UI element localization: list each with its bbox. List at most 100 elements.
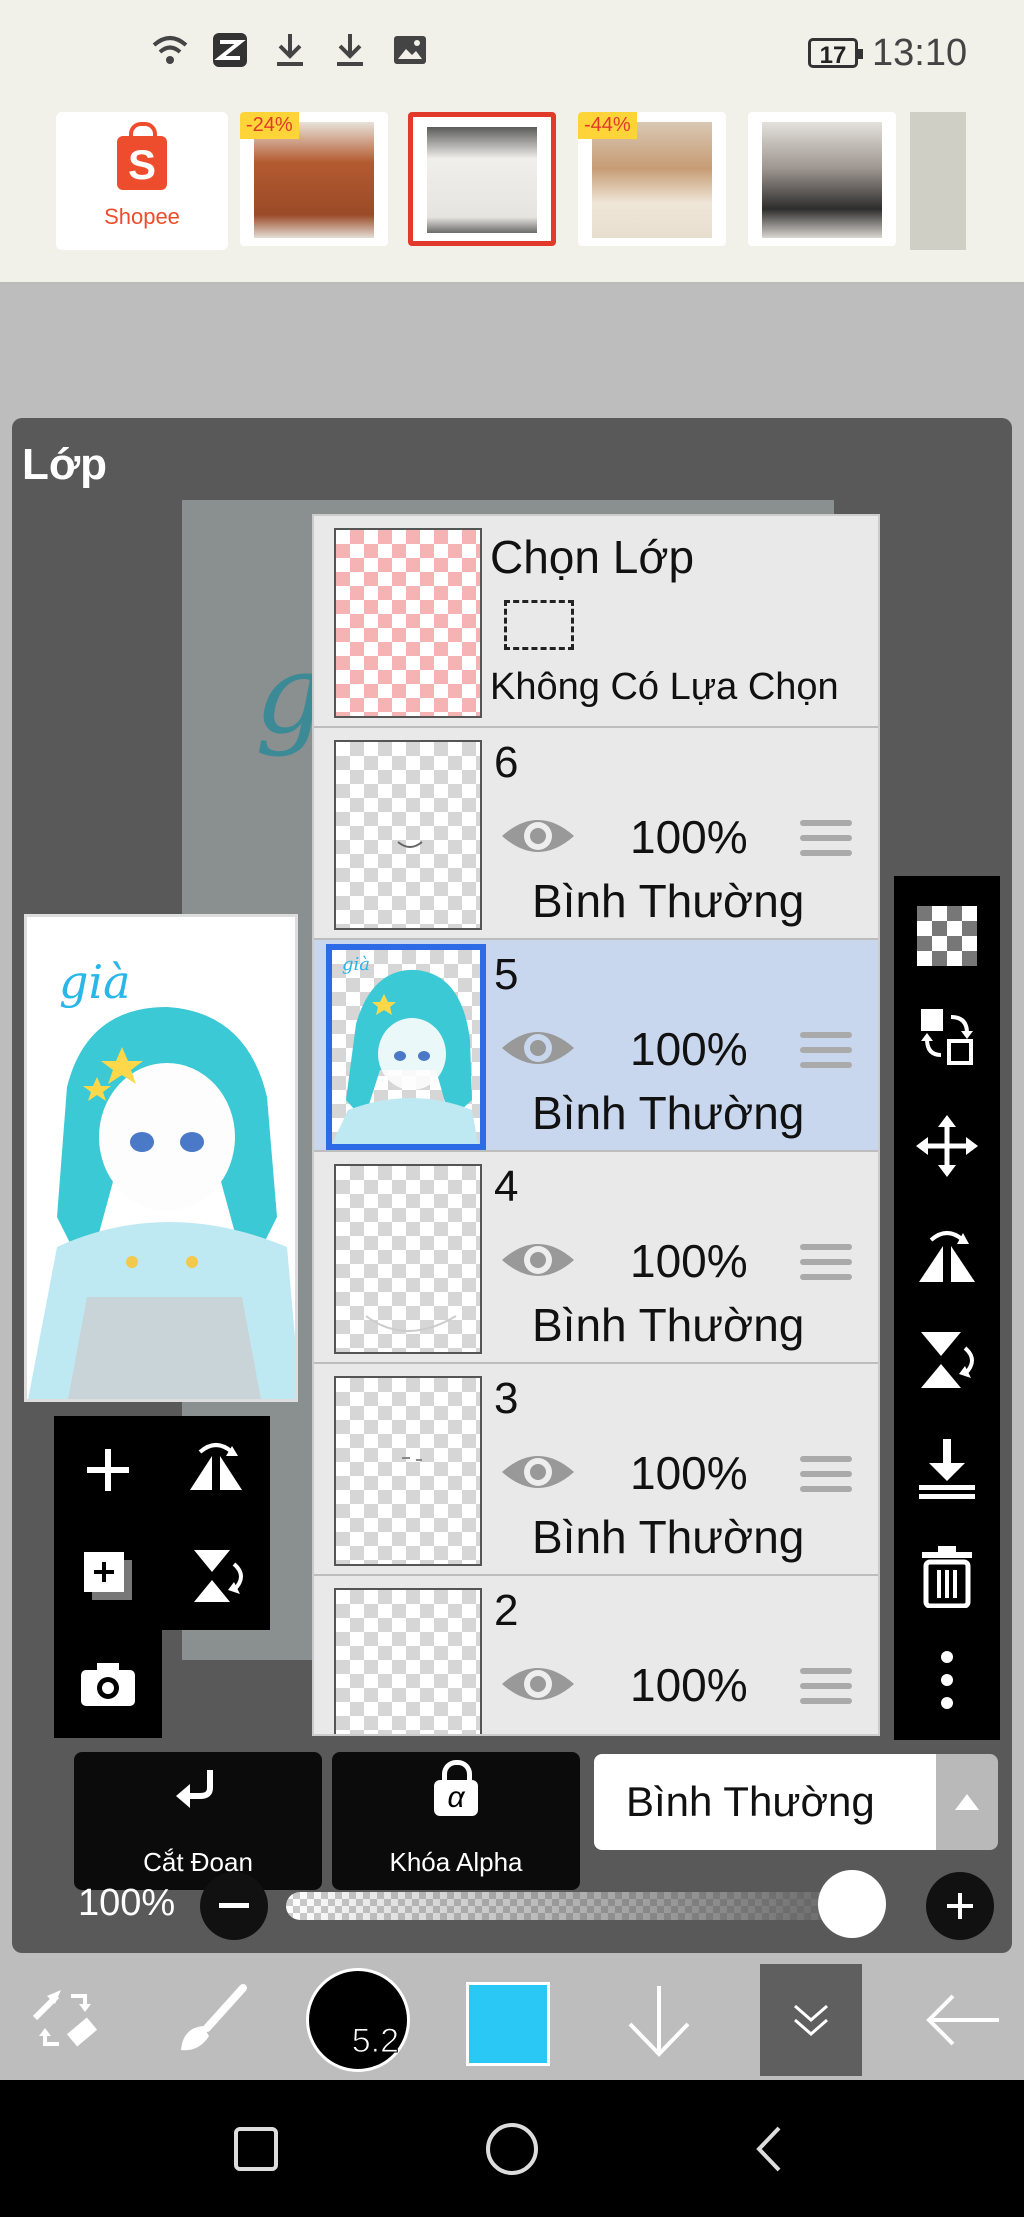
merge-down-icon[interactable] — [894, 1420, 1000, 1516]
drag-handle-icon[interactable] — [800, 1668, 852, 1708]
back-icon[interactable] — [718, 2080, 818, 2217]
double-chevron-down-icon — [794, 2004, 828, 2036]
swap-layer-icon[interactable] — [894, 988, 1000, 1084]
visibility-eye-icon[interactable] — [498, 1444, 578, 1500]
ad-product[interactable]: -44% — [578, 112, 726, 246]
layer-blend-mode: Bình Thường — [532, 1299, 805, 1351]
selection-layer[interactable]: Chọn Lớp Không Có Lựa Chọn — [314, 516, 878, 728]
panel-title: Lớp — [22, 440, 108, 489]
more-vert-icon[interactable] — [894, 1632, 1000, 1728]
layer-thumbnail — [334, 1164, 482, 1354]
layer-opacity: 100% — [630, 1023, 748, 1075]
layer-blend-mode: Bình Thường — [532, 1511, 805, 1563]
selection-marquee-icon — [504, 600, 574, 650]
layer-opacity: 100% — [630, 1659, 748, 1711]
minus-icon — [219, 1903, 249, 1908]
arrow-down-icon[interactable] — [604, 1960, 714, 2080]
transform-tool-icon[interactable] — [10, 1960, 120, 2080]
canvas-preview: già — [24, 914, 298, 1402]
blend-mode-value: Bình Thường — [626, 1778, 875, 1825]
ad-banner[interactable]: S Shopee -24% -44% — [0, 112, 1024, 285]
selection-thumbnail — [334, 528, 482, 718]
layer-number: 6 — [494, 738, 519, 787]
visibility-eye-icon[interactable] — [498, 1020, 578, 1076]
discount-badge: -24% — [240, 112, 299, 139]
drag-handle-icon[interactable] — [800, 820, 852, 860]
layer-number: 5 — [494, 950, 519, 999]
status-icons — [150, 30, 430, 70]
layer-row[interactable]: 3 100% Bình Thường — [314, 1364, 878, 1576]
shopee-bag-icon: S — [117, 122, 167, 190]
selection-layer-title: Chọn Lớp — [490, 531, 695, 583]
layer-tools-right — [894, 876, 1000, 1740]
ad-product[interactable]: -24% — [240, 112, 388, 246]
flip-vertical-icon[interactable] — [894, 1312, 1000, 1408]
plus-icon — [947, 1893, 973, 1919]
flip-horizontal-icon[interactable] — [166, 1420, 266, 1520]
opacity-label: 100% — [78, 1882, 176, 1924]
clipping-button[interactable]: Cắt Đoạn — [74, 1752, 322, 1890]
trash-icon[interactable] — [894, 1528, 1000, 1624]
drag-handle-icon[interactable] — [800, 1032, 852, 1072]
brush-size-indicator[interactable]: 5.2 — [306, 1968, 410, 2072]
download-icon — [330, 30, 370, 70]
layer-row[interactable]: 6 100% Bình Thường — [314, 728, 878, 940]
blend-mode-select[interactable]: Bình Thường — [594, 1754, 936, 1850]
transparent-bg-icon[interactable] — [894, 888, 1000, 984]
layer-tools-left — [54, 1416, 270, 1738]
back-arrow-icon[interactable] — [908, 1960, 1018, 2080]
system-nav-bar — [0, 2080, 1024, 2217]
opacity-decrease-button[interactable] — [200, 1872, 268, 1940]
opacity-increase-button[interactable] — [926, 1872, 994, 1940]
alpha-lock-button[interactable]: α Khóa Alpha — [332, 1752, 580, 1890]
drag-handle-icon[interactable] — [800, 1244, 852, 1284]
visibility-eye-icon[interactable] — [498, 808, 578, 864]
ad-more-item[interactable] — [910, 112, 966, 250]
add-layer-icon[interactable] — [58, 1420, 158, 1520]
layer-list[interactable]: Chọn Lớp Không Có Lựa Chọn 6 100% Bình T… — [312, 514, 880, 1736]
gallery-icon — [390, 30, 430, 70]
triangle-up-icon — [955, 1794, 979, 1810]
shopee-brand-text: Shopee — [104, 204, 180, 229]
lock-icon: α — [434, 1760, 478, 1816]
layer-opacity: 100% — [630, 1235, 748, 1287]
blend-mode-dropdown-button[interactable] — [936, 1754, 998, 1850]
drag-handle-icon[interactable] — [800, 1456, 852, 1496]
opacity-slider[interactable] — [286, 1892, 876, 1920]
layer-panel-toggle[interactable] — [760, 1964, 862, 2076]
move-icon[interactable] — [894, 1098, 1000, 1194]
wifi-icon — [150, 30, 190, 70]
layer-number: 4 — [494, 1162, 519, 1211]
battery-indicator: 17 — [808, 38, 863, 69]
svg-text:già: già — [342, 954, 370, 975]
home-icon[interactable] — [462, 2080, 562, 2217]
recent-apps-icon[interactable] — [206, 2080, 306, 2217]
shopee-logo[interactable]: S Shopee — [56, 112, 228, 250]
ad-product[interactable] — [408, 112, 556, 246]
layer-blend-mode: Bình Thường — [532, 1087, 805, 1139]
layer-thumbnail — [334, 740, 482, 930]
visibility-eye-icon[interactable] — [498, 1656, 578, 1712]
brush-size-value: 5.2 — [351, 2022, 399, 2061]
brush-tool-icon[interactable] — [156, 1960, 266, 2080]
color-swatch[interactable] — [466, 1982, 550, 2066]
alpha-symbol: α — [434, 1780, 478, 1816]
ad-product[interactable] — [748, 112, 896, 246]
camera-icon[interactable] — [58, 1634, 158, 1734]
status-bar: 17 13:10 — [0, 0, 1024, 112]
clipping-arrow-icon — [176, 1770, 213, 1808]
layer-opacity: 100% — [630, 811, 748, 863]
visibility-eye-icon[interactable] — [498, 1232, 578, 1288]
opacity-slider-thumb[interactable] — [818, 1870, 886, 1938]
duplicate-layer-icon[interactable] — [58, 1526, 158, 1626]
product-image — [427, 127, 537, 233]
layer-number: 2 — [494, 1586, 519, 1635]
layer-number: 3 — [494, 1374, 519, 1423]
layer-opacity: 100% — [630, 1447, 748, 1499]
layer-row-active[interactable]: già 5 100% Bình Thường — [314, 940, 878, 1152]
download-icon — [270, 30, 310, 70]
layer-row[interactable]: 4 100% Bình Thường — [314, 1152, 878, 1364]
flip-vertical-icon[interactable] — [166, 1526, 266, 1626]
flip-horizontal-icon[interactable] — [894, 1210, 1000, 1306]
layer-row[interactable]: 2 100% — [314, 1576, 878, 1734]
